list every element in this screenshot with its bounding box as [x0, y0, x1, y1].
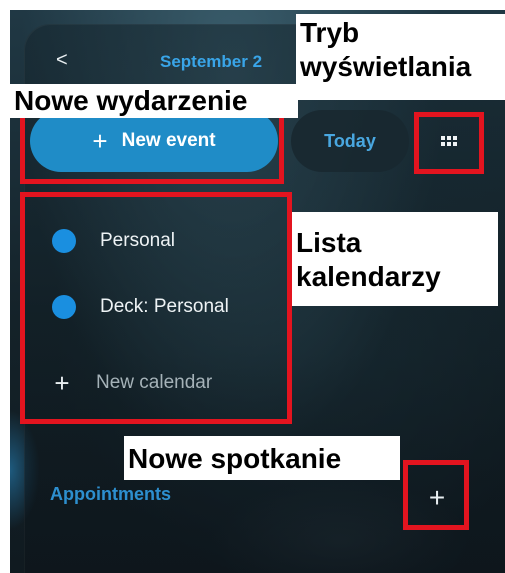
annotation-new-appointment: Nowe spotkanie: [124, 436, 400, 480]
highlight-calendar-list: [20, 192, 292, 424]
month-title[interactable]: September 2: [160, 52, 262, 72]
annotation-calendar-list-line1: Lista: [296, 227, 362, 258]
annotation-new-event: Nowe wydarzenie: [10, 84, 298, 118]
annotation-calendar-list-line2: kalendarzy: [296, 261, 441, 292]
appointments-section-title[interactable]: Appointments: [50, 484, 171, 505]
annotation-calendar-list: Lista kalendarzy: [292, 212, 498, 306]
today-button[interactable]: Today: [291, 110, 409, 172]
highlight-new-appointment: [403, 460, 469, 530]
today-label: Today: [324, 130, 376, 151]
annotation-view-mode-line1: Tryb: [300, 17, 360, 48]
highlight-view-mode: [414, 112, 484, 174]
previous-month-button[interactable]: <: [56, 50, 68, 70]
annotation-view-mode-line2: wyświetlania: [300, 51, 472, 82]
annotation-view-mode: Tryb wyświetlania: [296, 14, 505, 100]
highlight-new-event: [20, 112, 284, 184]
